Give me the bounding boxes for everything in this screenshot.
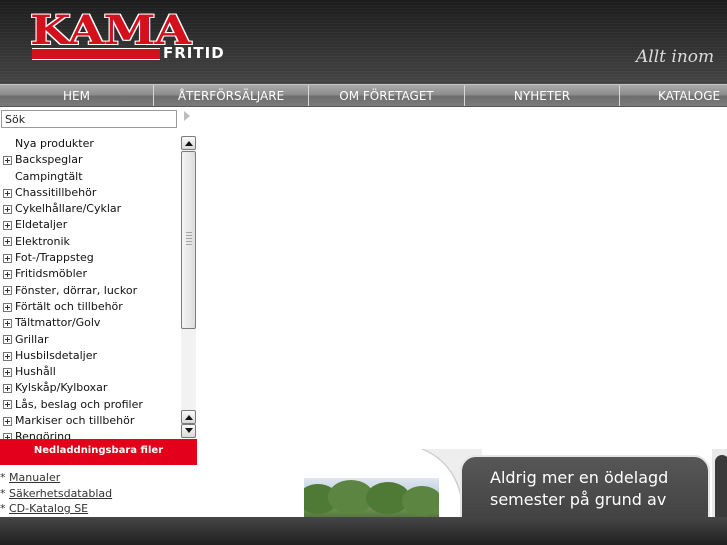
expand-plus-icon[interactable] bbox=[3, 384, 12, 394]
nav-item-nyheter[interactable]: NYHETER bbox=[465, 85, 620, 106]
kama-fritid-logo[interactable]: KAMA FRITID bbox=[30, 10, 235, 63]
category-item[interactable]: Chassitillbehör bbox=[0, 185, 180, 201]
category-item[interactable]: Nya produkter bbox=[0, 136, 180, 152]
expand-plus-icon[interactable] bbox=[3, 237, 12, 247]
category-item[interactable]: Elektronik bbox=[0, 234, 180, 250]
category-label: Markiser och tillbehör bbox=[15, 414, 135, 428]
downloads-list: * Manualer * Säkerhetsdatablad * CD-Kata… bbox=[0, 470, 200, 517]
category-label: Tältmattor/Golv bbox=[15, 316, 101, 330]
arrow-right-icon bbox=[184, 111, 190, 121]
arrow-down-icon bbox=[185, 428, 193, 433]
category-label: Backspeglar bbox=[15, 153, 83, 167]
expand-plus-icon[interactable] bbox=[3, 286, 12, 296]
nav-item-hem[interactable]: HEM bbox=[0, 85, 154, 106]
banner-photo bbox=[304, 478, 439, 517]
category-item[interactable]: Husbilsdetaljer bbox=[0, 348, 180, 364]
banner-line-1: Aldrig mer en ödelagd bbox=[490, 468, 669, 487]
category-item[interactable]: Rengöring bbox=[0, 429, 180, 439]
category-label: Rengöring bbox=[15, 430, 72, 439]
category-item[interactable]: Markiser och tillbehör bbox=[0, 413, 180, 429]
scroll-down-button[interactable] bbox=[181, 424, 196, 438]
category-item[interactable]: Kylskåp/Kylboxar bbox=[0, 380, 180, 396]
list-item: * Säkerhetsdatablad bbox=[0, 486, 113, 500]
expand-plus-icon[interactable] bbox=[3, 188, 12, 198]
category-label: Elektronik bbox=[15, 234, 70, 248]
scroll-up-button-lower[interactable] bbox=[181, 410, 196, 424]
category-label: Förtält och tillbehör bbox=[15, 299, 123, 313]
expand-plus-icon[interactable] bbox=[3, 204, 12, 214]
nav-item-kataloger[interactable]: KATALOGE bbox=[620, 85, 727, 106]
expand-plus-icon[interactable] bbox=[3, 351, 12, 361]
nav-item-om-foretaget[interactable]: OM FÖRETAGET bbox=[309, 85, 465, 106]
category-label: Campingtält bbox=[15, 169, 83, 183]
list-item: * CD-Katalog SE bbox=[0, 502, 89, 515]
category-item[interactable]: Fot-/Trappsteg bbox=[0, 250, 180, 266]
category-item[interactable]: Tältmattor/Golv bbox=[0, 315, 180, 331]
expand-plus-icon[interactable] bbox=[3, 335, 12, 345]
promo-banner[interactable]: Aldrig mer en ödelagd semester på grund … bbox=[304, 449, 727, 517]
expand-plus-icon[interactable] bbox=[3, 253, 12, 263]
category-label: Eldetaljer bbox=[15, 218, 68, 232]
expand-plus-icon[interactable] bbox=[3, 270, 12, 280]
banner-text: Aldrig mer en ödelagd semester på grund … bbox=[490, 467, 710, 511]
expand-plus-icon[interactable] bbox=[3, 367, 12, 377]
scrollbar-thumb[interactable] bbox=[181, 151, 196, 329]
category-item[interactable]: Hushåll bbox=[0, 364, 180, 380]
scroll-up-button[interactable] bbox=[181, 136, 196, 150]
category-label: Grillar bbox=[15, 332, 49, 346]
expand-plus-icon[interactable] bbox=[3, 221, 12, 231]
category-item[interactable]: Fritidsmöbler bbox=[0, 266, 180, 282]
expand-plus-icon[interactable] bbox=[3, 155, 12, 165]
category-tree: Nya produkter Backspeglar Campingtält Chass… bbox=[0, 135, 197, 439]
banner-line-2: semester på grund av bbox=[490, 490, 667, 509]
download-link-manualer[interactable]: Manualer bbox=[9, 471, 60, 484]
category-item[interactable]: Lås, beslag och profiler bbox=[0, 397, 180, 413]
expand-plus-icon[interactable] bbox=[3, 416, 12, 426]
category-item[interactable]: Fönster, dörrar, luckor bbox=[0, 283, 180, 299]
arrow-up-icon bbox=[185, 415, 193, 420]
category-item[interactable]: Eldetaljer bbox=[0, 217, 180, 233]
downloads-header: Nedladdningsbara filer bbox=[0, 439, 197, 465]
download-link-cd-katalog[interactable]: CD-Katalog SE bbox=[9, 502, 88, 515]
expand-plus-icon[interactable] bbox=[3, 318, 12, 328]
category-label: Hushåll bbox=[15, 365, 56, 379]
download-link-sakerhetsdatablad[interactable]: Säkerhetsdatablad bbox=[9, 487, 112, 500]
category-item[interactable]: Förtält och tillbehör bbox=[0, 299, 180, 315]
category-label: Chassitillbehör bbox=[15, 185, 97, 199]
category-item[interactable]: Grillar bbox=[0, 332, 180, 348]
list-item: * Manualer bbox=[0, 471, 61, 484]
search-submit-button[interactable] bbox=[180, 111, 194, 127]
main-nav: HEM ÅTERFÖRSÄLJARE OM FÖRETAGET NYHETER … bbox=[0, 84, 727, 107]
category-label: Husbilsdetaljer bbox=[15, 348, 98, 362]
category-scrollbar[interactable] bbox=[181, 136, 196, 438]
expand-plus-icon[interactable] bbox=[3, 400, 12, 410]
category-label: Kylskåp/Kylboxar bbox=[15, 381, 108, 395]
logo-fritid-text: FRITID bbox=[163, 44, 225, 62]
banner-next-panel bbox=[712, 449, 727, 517]
category-item[interactable]: Cykelhållare/Cyklar bbox=[0, 201, 180, 217]
category-label: Cykelhållare/Cyklar bbox=[15, 202, 122, 216]
site-footer bbox=[0, 517, 727, 545]
category-label: Lås, beslag och profiler bbox=[15, 397, 143, 411]
expand-plus-icon[interactable] bbox=[3, 302, 12, 312]
arrow-up-icon bbox=[185, 141, 193, 146]
category-item[interactable]: Backspeglar bbox=[0, 152, 180, 168]
tagline: Allt inom bbox=[636, 47, 715, 67]
category-label: Fönster, dörrar, luckor bbox=[15, 283, 138, 297]
category-item[interactable]: Campingtält bbox=[0, 169, 180, 185]
category-label: Nya produkter bbox=[15, 137, 94, 150]
category-label: Fot-/Trappsteg bbox=[15, 251, 94, 265]
grip-icon bbox=[186, 232, 192, 246]
category-label: Fritidsmöbler bbox=[15, 267, 87, 281]
nav-item-aterforsaljare[interactable]: ÅTERFÖRSÄLJARE bbox=[154, 85, 309, 106]
site-header: KAMA FRITID Allt inom bbox=[0, 0, 727, 84]
search-input[interactable] bbox=[1, 110, 177, 128]
category-list: Nya produkter Backspeglar Campingtält Chass… bbox=[0, 136, 180, 439]
search-bar bbox=[1, 110, 197, 130]
